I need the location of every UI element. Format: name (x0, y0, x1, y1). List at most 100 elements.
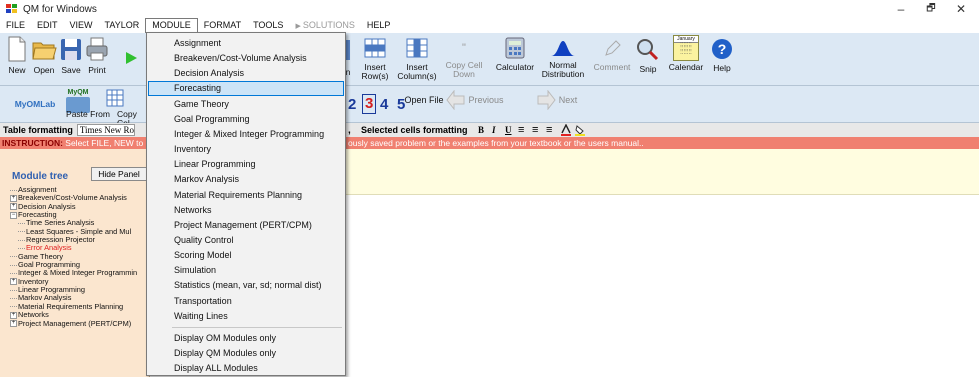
open-button[interactable]: Open (30, 36, 58, 75)
module-menu-item[interactable]: Material Requirements Planning (148, 188, 344, 203)
minimize-button[interactable]: – (886, 0, 916, 18)
comma-button[interactable]: , (348, 125, 351, 136)
save-button[interactable]: Save (58, 36, 84, 75)
step-5[interactable]: 5 (397, 96, 405, 113)
module-menu-item[interactable]: Integer & Mixed Integer Programming (148, 127, 344, 142)
module-display-option[interactable]: Display QM Modules only (148, 346, 344, 361)
module-menu-item[interactable]: Waiting Lines (148, 309, 344, 324)
module-menu-item[interactable]: Decision Analysis (148, 66, 344, 81)
menu-taylor[interactable]: TAYLOR (99, 18, 146, 33)
menu-solutions[interactable]: ▶ SOLUTIONS (289, 18, 360, 33)
module-menu-item[interactable]: Assignment (148, 36, 344, 51)
open-folder-icon (32, 42, 57, 60)
close-button[interactable]: ✕ (946, 0, 976, 18)
normal-distribution-button[interactable]: Normal Distribution (538, 39, 588, 79)
menu-module[interactable]: MODULE (145, 18, 198, 33)
module-menu-item[interactable]: Breakeven/Cost-Volume Analysis (148, 51, 344, 66)
module-menu-item[interactable]: Project Management (PERT/CPM) (148, 218, 344, 233)
previous-arrow-icon[interactable] (446, 90, 466, 110)
save-disk-icon (61, 39, 81, 60)
tree-line-icon (18, 222, 25, 224)
module-display-option[interactable]: Display ALL Modules (148, 361, 344, 376)
module-menu-item[interactable]: Inventory (148, 142, 344, 157)
snip-button[interactable]: Snip (634, 37, 662, 74)
next-arrow-icon[interactable] (536, 90, 556, 110)
expand-icon[interactable]: + (10, 278, 17, 286)
expand-icon[interactable]: + (10, 194, 17, 202)
insert-row-button[interactable]: Insert Row(s) (356, 37, 394, 81)
module-tree-list: Assignment + Breakeven/Cost-Volume Analysi… (10, 185, 137, 328)
module-display-option[interactable]: Display OM Modules only (148, 331, 344, 346)
tree-line-icon (18, 247, 25, 249)
previous-button[interactable]: Previous (466, 96, 506, 105)
underline-button[interactable]: U (505, 125, 512, 135)
maximize-button[interactable]: 🗗 (916, 0, 946, 18)
print-button[interactable]: Print (84, 36, 110, 75)
menu-bar: FILE EDIT VIEW TAYLOR MODULE FORMAT TOOL… (0, 18, 979, 33)
solve-arrow-icon[interactable] (124, 51, 138, 65)
table-formatting-label: Table formatting (3, 125, 73, 135)
help-label: Help (713, 63, 731, 73)
module-menu-item[interactable]: Networks (148, 203, 344, 218)
pencil-icon (605, 40, 621, 56)
comment-button[interactable]: Comment (592, 39, 632, 72)
module-menu-item[interactable]: Linear Programming (148, 157, 344, 172)
tree-line-icon (10, 256, 17, 258)
normal-label-2: Distribution (541, 69, 585, 79)
print-label: Print (88, 65, 106, 75)
step-3[interactable]: 3 (362, 94, 377, 114)
menu-edit[interactable]: EDIT (31, 18, 64, 33)
step-2[interactable]: 2 (348, 96, 356, 113)
app-icon (6, 4, 18, 14)
insert-row-label-2: Row(s) (361, 71, 389, 81)
calculator-button[interactable]: Calculator (492, 37, 538, 72)
comment-label: Comment (593, 62, 631, 72)
module-menu-item[interactable]: Goal Programming (148, 112, 344, 127)
tree-line-icon (10, 264, 17, 266)
menu-view[interactable]: VIEW (64, 18, 99, 33)
module-menu-item[interactable]: Markov Analysis (148, 172, 344, 187)
module-menu-item[interactable]: Forecasting (148, 81, 344, 97)
menu-format[interactable]: FORMAT (198, 18, 247, 33)
copy-cell-label-2: Down (453, 69, 475, 79)
instruction-text-left: Select FILE, NEW to (62, 138, 144, 148)
insert-column-button[interactable]: Insert Column(s) (394, 37, 440, 81)
font-select[interactable]: Times New Ro (76, 124, 135, 136)
new-button[interactable]: New (4, 36, 30, 75)
italic-button[interactable]: I (492, 125, 496, 135)
hide-panel-button[interactable]: Hide Panel (91, 167, 147, 181)
calendar-button[interactable]: January ::::::::::::::::::::: Calendar (664, 35, 708, 72)
align-center-button[interactable]: ≡ (532, 124, 538, 136)
copy-cell-down-button[interactable]: " Copy Cell Down (440, 37, 488, 79)
play-icon: ▶ (295, 23, 301, 30)
font-color-icon[interactable] (560, 124, 572, 136)
next-button[interactable]: Next (556, 96, 580, 105)
fill-color-icon[interactable] (574, 124, 586, 136)
collapse-icon[interactable]: − (10, 211, 17, 219)
align-right-button[interactable]: ≡ (546, 124, 552, 136)
expand-icon[interactable]: + (10, 320, 17, 328)
instruction-text-right: ously saved problem or the examples from… (348, 138, 644, 148)
step-4[interactable]: 4 (380, 96, 388, 113)
menu-file[interactable]: FILE (0, 18, 31, 33)
align-left-button[interactable]: ≡ (518, 124, 524, 136)
expand-icon[interactable]: + (10, 203, 17, 211)
module-menu-item[interactable]: Game Theory (148, 97, 344, 112)
myomlab-button[interactable]: MyOMLab (10, 100, 60, 109)
module-menu-item[interactable]: Statistics (mean, var, sd; normal dist) (148, 278, 344, 293)
open-file-button[interactable]: Open File (403, 96, 445, 105)
menu-tools[interactable]: TOOLS (247, 18, 289, 33)
module-menu-item[interactable]: Transportation (148, 294, 344, 309)
module-menu-item[interactable]: Simulation (148, 263, 344, 278)
insert-row-icon (364, 38, 386, 58)
paste-from-button[interactable]: Paste From (62, 110, 114, 119)
module-menu-item[interactable]: Quality Control (148, 233, 344, 248)
module-menu-item[interactable]: Scoring Model (148, 248, 344, 263)
tree-item[interactable]: + Project Management (PERT/CPM) (10, 319, 137, 328)
help-button[interactable]: ? Help (710, 38, 734, 73)
new-file-icon (8, 36, 26, 62)
bold-button[interactable]: B (478, 125, 484, 135)
calendar-label: Calendar (668, 62, 704, 72)
menu-help[interactable]: HELP (361, 18, 397, 33)
expand-icon[interactable]: + (10, 311, 17, 319)
